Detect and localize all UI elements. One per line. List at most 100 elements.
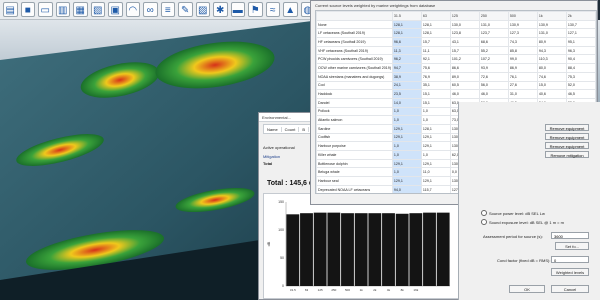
map-icon[interactable]: ▣ bbox=[108, 2, 123, 17]
table-cell: 131,0 bbox=[478, 19, 509, 30]
table-cell: 129,1 bbox=[391, 176, 422, 186]
table-cell: 95,1 bbox=[565, 37, 596, 47]
table-header-cell: 31.5 bbox=[391, 11, 422, 21]
bar bbox=[368, 213, 382, 286]
table-cell: 96,3 bbox=[565, 45, 596, 56]
dialog-title: Environmental... bbox=[262, 114, 291, 120]
assessment-period-input[interactable]: 3600 bbox=[551, 232, 589, 239]
table-cell: 80,9 bbox=[536, 37, 567, 47]
table-cell: Killer whale bbox=[316, 150, 393, 160]
table-header-cell: 250 bbox=[478, 11, 509, 21]
x-tick-label: 63 bbox=[305, 288, 309, 292]
table-cell: 130,9 bbox=[507, 19, 538, 30]
table-cell: 1,0 bbox=[391, 150, 422, 160]
table-cell: Haddock bbox=[316, 89, 393, 99]
table-header-cell: 125 bbox=[449, 11, 480, 21]
table-cell: 94,3 bbox=[536, 45, 567, 56]
table-row[interactable]: LF cetaceans (Southall 2019) 128,1 128,1 12… bbox=[316, 28, 596, 39]
table-cell: 1,0 bbox=[420, 115, 451, 125]
table-cell: VHF cetaceans (Southall 2019) bbox=[316, 45, 393, 56]
table-row[interactable]: HF cetaceans (Southall 2019) 96,6 15,7 43,1… bbox=[316, 37, 596, 47]
status-mitigation[interactable]: Mitigation bbox=[263, 154, 280, 159]
table-row[interactable]: Cod 24,1 35,1 60,5 56,0 27,6 15,0 52,0 bbox=[316, 80, 596, 91]
table-row[interactable]: VHF cetaceans (Southall 2019) 11,3 11,1 15,… bbox=[316, 45, 596, 56]
set-button[interactable]: Set fo... bbox=[555, 242, 589, 250]
save-icon[interactable]: ■ bbox=[20, 2, 35, 17]
table-row[interactable]: PCW phocids carnivores (Southall 2019) 96… bbox=[316, 54, 596, 65]
gear-icon[interactable]: ✱ bbox=[213, 2, 228, 17]
remove-mitigation-button[interactable]: Remove mitigation bbox=[545, 151, 589, 158]
x-tick-label: 4k bbox=[387, 288, 391, 292]
x-tick-label: 8k bbox=[401, 288, 405, 292]
table-cell: 89,0 bbox=[449, 71, 480, 82]
pencil-icon[interactable]: ✎ bbox=[178, 2, 193, 17]
table-cell: Dandel bbox=[316, 97, 393, 108]
table-cell: 46,5 bbox=[565, 89, 596, 99]
table-cell: 86,9 bbox=[507, 63, 538, 73]
remove-equipment-button-2[interactable]: Remove equipment bbox=[545, 133, 589, 140]
table-cell: 68,6 bbox=[478, 37, 509, 47]
table-cell: 35,1 bbox=[420, 80, 451, 91]
table-cell: 130,9 bbox=[536, 19, 567, 30]
table-row[interactable]: OCW other marine carnivores (Southall 20… bbox=[316, 63, 596, 73]
radio-sound-exposure[interactable]: Sound exposure level: dB SEL @ 1 m = m bbox=[481, 219, 564, 225]
panel-ok-button[interactable]: OK bbox=[509, 285, 545, 293]
panel-cancel-button[interactable]: Cancel bbox=[551, 285, 589, 293]
grid-icon[interactable]: ▦ bbox=[73, 2, 88, 17]
cond-factor-input[interactable]: 0 bbox=[551, 256, 589, 263]
table-cell: 23,5 bbox=[391, 89, 422, 99]
table-cell: Sardine bbox=[316, 123, 393, 134]
table-row[interactable]: None 128,1 128,1 130,0 131,0 130,9 130,9 130,7 bbox=[316, 19, 596, 30]
bars-icon[interactable]: ≡ bbox=[160, 2, 175, 17]
table-cell: 31,0 bbox=[507, 89, 538, 99]
table-cell: 96,6 bbox=[391, 37, 422, 47]
table-cell: Codfish bbox=[316, 132, 393, 143]
table-cell: PCW phocids carnivores (Southall 2019) bbox=[316, 54, 393, 65]
window-icon[interactable]: ▭ bbox=[38, 2, 53, 17]
radio-circle-icon bbox=[481, 210, 487, 216]
radio-source-power[interactable]: Source power level: dB SEL Lw bbox=[481, 210, 545, 216]
table-cell: 15,7 bbox=[420, 37, 451, 47]
table-cell: 1,0 bbox=[391, 167, 422, 178]
weighted-levels-button[interactable]: Weighted levels bbox=[551, 268, 589, 276]
table-cell: Harbour seal bbox=[316, 176, 393, 186]
mountain-icon[interactable]: ▲ bbox=[283, 2, 298, 17]
table-row[interactable]: NOAA sirenians (manatees and dugongs) 38,… bbox=[316, 71, 596, 82]
y-tick-label: 50 bbox=[280, 256, 284, 260]
table-cell: 75,3 bbox=[565, 71, 596, 82]
remove-equipment-button-3[interactable]: Remove equipment bbox=[545, 142, 589, 149]
table-cell: Deprecated NOAA LF cetaceans bbox=[316, 184, 393, 193]
table-cell: 92,1 bbox=[420, 54, 451, 65]
table-cell: 130,0 bbox=[449, 19, 480, 30]
bar bbox=[313, 212, 327, 286]
table-cell: 15,0 bbox=[536, 80, 567, 91]
table-cell: 27,6 bbox=[507, 80, 538, 91]
wave-icon[interactable]: ≈ bbox=[265, 2, 280, 17]
wifi-icon[interactable]: ◠ bbox=[125, 2, 140, 17]
table-cell: Cod bbox=[316, 80, 393, 91]
spectrum-bar-chart: 0 50 100 150 dB 31.5 63 125 250 500 1k 2k 4k 8k 16k bbox=[263, 193, 459, 299]
bar bbox=[395, 213, 409, 286]
status-active[interactable]: Active operational bbox=[263, 145, 295, 150]
table-cell: 88,4 bbox=[565, 63, 596, 73]
table-cell: 1,0 bbox=[391, 106, 422, 117]
table-row[interactable]: Haddock 23,5 15,1 46,0 46,0 31,0 40,6 46,5 bbox=[316, 89, 596, 99]
bar bbox=[300, 213, 313, 286]
table-cell: 129,1 bbox=[420, 176, 451, 186]
cond-factor-label: Cond factor (fixed dB = RMS): bbox=[497, 258, 551, 263]
remove-equipment-button-1[interactable]: Remove equipment bbox=[545, 124, 589, 131]
open-folder-icon[interactable]: ▤ bbox=[3, 2, 18, 17]
layers-icon[interactable]: ▧ bbox=[90, 2, 105, 17]
x-tick-label: 125 bbox=[318, 288, 323, 292]
flag-icon[interactable]: ⚑ bbox=[248, 2, 263, 17]
ruler-icon[interactable]: ▬ bbox=[230, 2, 245, 17]
chart-icon[interactable]: ▥ bbox=[55, 2, 70, 17]
table-cell: 24,1 bbox=[391, 80, 422, 91]
table-cell: 14,0 bbox=[391, 97, 422, 108]
link-icon[interactable]: ∞ bbox=[143, 2, 158, 17]
radio-sound-exposure-label: Sound exposure level: dB SEL @ 1 m = m bbox=[489, 219, 564, 225]
table-header-row[interactable]: 31.5 63 125 250 500 1k 2k bbox=[316, 11, 596, 21]
image-icon[interactable]: ▨ bbox=[195, 2, 210, 17]
status-total[interactable]: Total bbox=[263, 161, 272, 166]
table-cell: 93,9 bbox=[478, 63, 509, 73]
